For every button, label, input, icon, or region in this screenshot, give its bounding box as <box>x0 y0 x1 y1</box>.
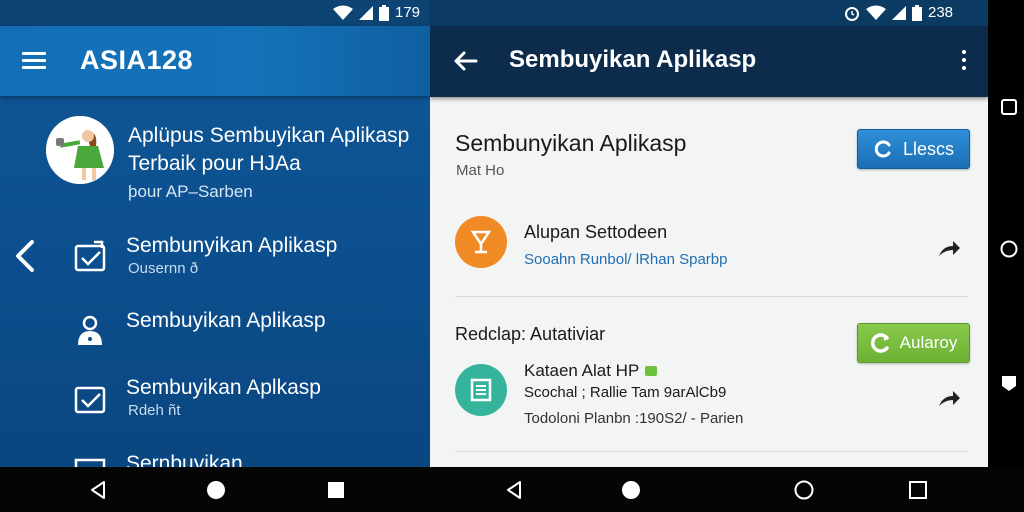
box-check-icon <box>74 240 106 272</box>
profile-title: Aplüpus Sembuyikan Aplikasp Terbaik pour… <box>128 124 410 175</box>
back-icon[interactable] <box>88 480 108 500</box>
home-icon[interactable] <box>1000 240 1018 258</box>
battery-icon <box>912 4 922 21</box>
item-link[interactable]: Sooahn Runbol/ lRhan Sparbp <box>524 251 727 268</box>
nav-item-label: Sembuyikan Aplikasp <box>126 309 326 332</box>
signal-icon <box>359 5 373 20</box>
document-app-icon <box>455 364 507 416</box>
profile-header[interactable]: Aplüpus Sembuyikan Aplikasp Terbaik pour… <box>46 116 426 206</box>
refresh-icon <box>870 333 889 353</box>
right-app-pane: Sembuyikan Aplikasp Sembunyikan Aplikasp… <box>430 26 988 467</box>
wifi-icon <box>333 5 353 20</box>
settings-app-icon <box>455 216 507 268</box>
left-app-pane: 179 ASIA128 Aplüpus Sembuyikan Aplikasp … <box>0 0 430 467</box>
home-icon[interactable] <box>206 480 226 500</box>
chevron-left-icon[interactable] <box>12 238 38 274</box>
wifi-icon <box>866 5 886 20</box>
item-subtitle: Scochal ; Rallie Tam 9arAlCb9 <box>524 384 727 401</box>
nav-item-sub: Ousernn ð <box>128 260 199 277</box>
card-subtitle: Mat Ho <box>456 162 505 179</box>
back-icon[interactable] <box>1000 374 1018 392</box>
share-arrow-icon[interactable] <box>937 238 961 258</box>
status-time-right: 238 <box>928 4 954 21</box>
nav-item-label: Sembuyikan Aplkasp <box>126 376 321 399</box>
menu-icon[interactable] <box>22 52 46 70</box>
nav-item-label: Sernbuyikan <box>126 452 243 467</box>
nav-item-label: Sembunyikan Aplikasp <box>126 234 338 257</box>
refresh-button[interactable]: Llescs <box>857 129 970 169</box>
home-outline-icon[interactable] <box>794 480 814 500</box>
status-time-left: 179 <box>395 4 421 21</box>
grid-icon <box>74 458 106 467</box>
status-icons-right: 238 <box>844 4 953 21</box>
status-bar-left: 179 <box>0 0 430 26</box>
more-options-icon[interactable] <box>960 50 968 74</box>
recent-apps-icon[interactable] <box>908 480 928 500</box>
back-icon[interactable] <box>504 480 524 500</box>
nav-item-1[interactable]: Sembunyikan Aplikasp Ousernn ð <box>72 234 422 282</box>
right-app-bar: Sembuyikan Aplikasp <box>430 26 988 97</box>
avatar <box>46 116 114 184</box>
nav-item-3[interactable]: Sembuyikan Aplkasp Rdeh ñt <box>72 376 422 424</box>
box-check-icon <box>74 386 106 414</box>
section-label: Redclap: Autativiar <box>455 324 606 344</box>
recent-apps-icon[interactable] <box>326 480 346 500</box>
tag-chip-icon <box>645 366 658 376</box>
side-nav-strip <box>988 0 1024 467</box>
item-meta: Todoloni Planbn :190S2/ - Parien <box>524 410 744 427</box>
arrow-back-icon[interactable] <box>452 48 478 74</box>
home-icon[interactable] <box>621 480 641 500</box>
person-icon <box>78 315 102 345</box>
profile-subtitle: þour AP–Sarben <box>128 182 253 201</box>
nav-item-sub: Rdeh ñt <box>128 402 181 419</box>
status-bar-right: 238 <box>430 0 990 26</box>
brand-title: ASIA128 <box>80 45 194 75</box>
system-nav-bar <box>0 467 1024 512</box>
left-app-bar: ASIA128 <box>0 26 430 96</box>
divider <box>455 296 968 297</box>
page-title: Sembuyikan Aplikasp <box>509 46 757 73</box>
signal-icon <box>892 5 906 20</box>
recent-apps-icon[interactable] <box>1000 98 1018 116</box>
nav-item-2[interactable]: Sembuyikan Aplikasp <box>72 309 422 357</box>
alarm-icon <box>845 6 859 21</box>
battery-icon <box>379 4 389 21</box>
document-list-icon <box>470 378 492 402</box>
status-icons-left: 179 <box>333 4 420 21</box>
share-arrow-icon[interactable] <box>937 388 961 408</box>
item-title: Kataen Alat HP <box>524 361 658 381</box>
item-title: Alupan Settodeen <box>524 222 668 242</box>
card-title: Sembunyikan Aplikasp <box>455 130 687 156</box>
girl-illustration-icon <box>46 116 114 184</box>
nav-item-4[interactable]: Sernbuyikan <box>72 452 422 467</box>
goblet-icon <box>470 230 492 254</box>
refresh-icon <box>874 140 891 158</box>
action-button[interactable]: Aularoy <box>857 323 970 363</box>
divider <box>455 451 968 452</box>
